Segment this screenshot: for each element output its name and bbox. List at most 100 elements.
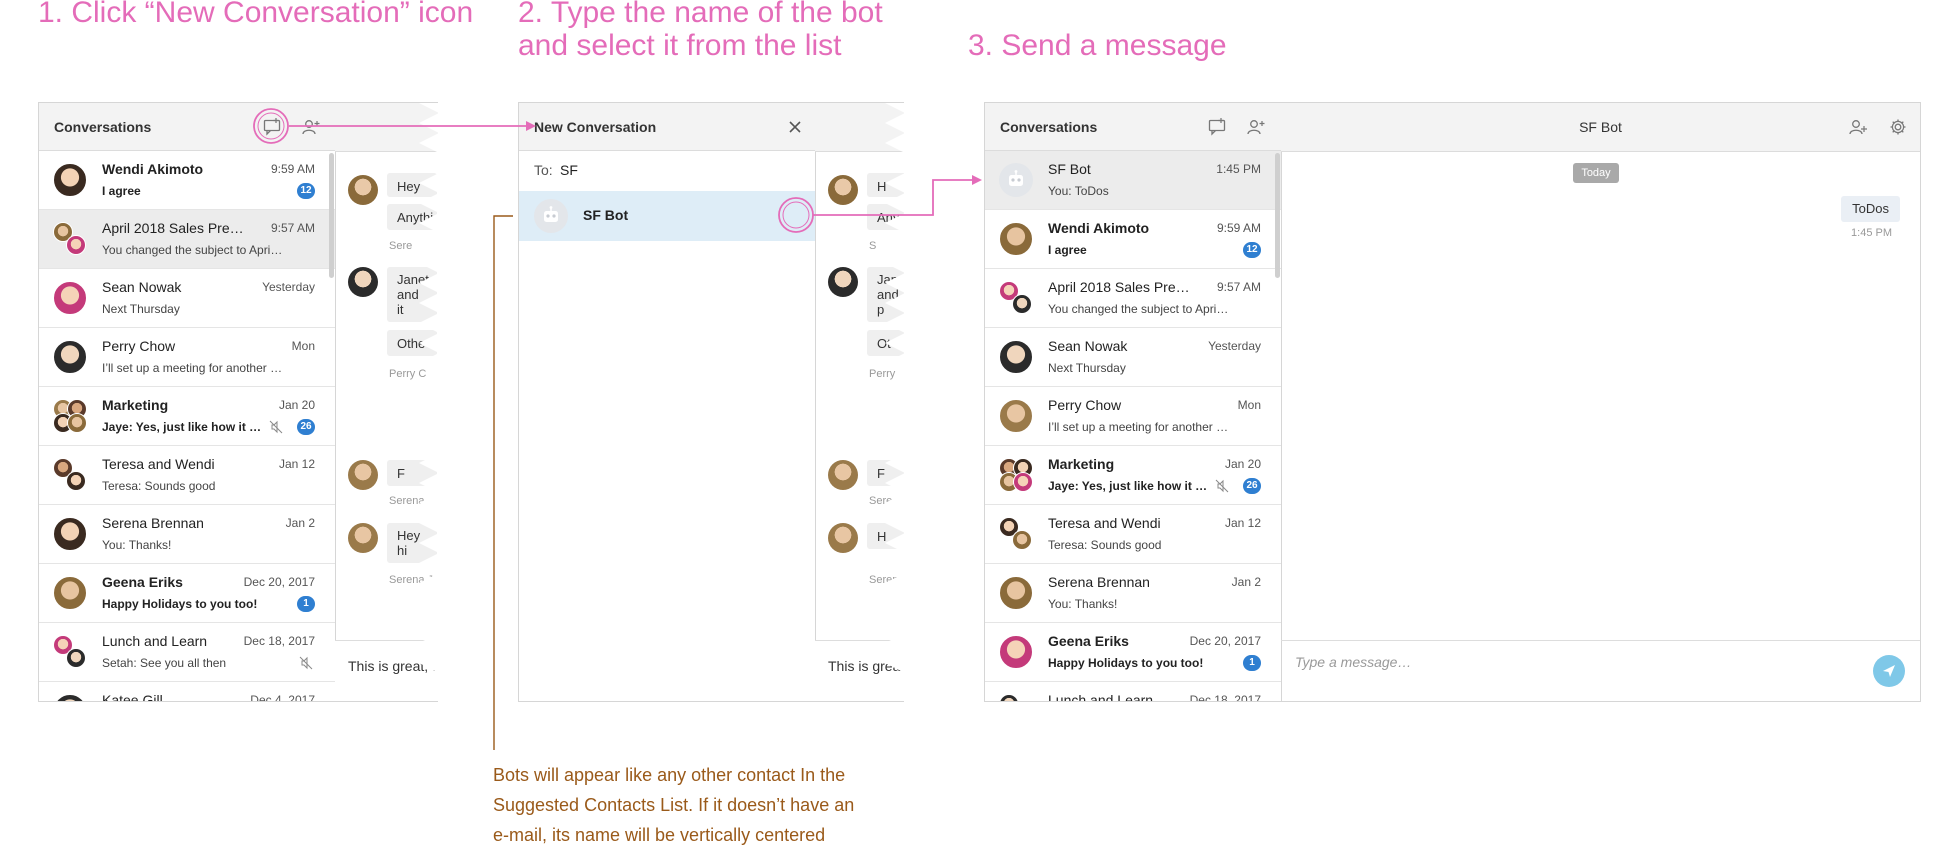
new-conversation-icon[interactable] [262, 117, 282, 137]
avatar [348, 460, 378, 490]
conversation-row[interactable]: Lunch and Learn Dec 18, 2017 [985, 682, 1281, 701]
chat-title: SF Bot [1579, 119, 1622, 135]
new-conversation-icon[interactable] [1207, 117, 1227, 137]
chat-area-partial: Hey Anythi Sere Janet, and it pre Othe P… [335, 103, 438, 701]
to-input-value[interactable]: SF [560, 162, 578, 178]
to-label: To: [534, 162, 553, 178]
add-participant-icon[interactable] [1848, 117, 1868, 137]
conversation-time: Jan 12 [1224, 516, 1261, 530]
conversation-name: April 2018 Sales Prese… [102, 220, 250, 236]
panel-step1: Conversations Wendi Akimoto 9:59 AM I agre… [38, 102, 438, 702]
step3-caption: 3. Send a message [968, 29, 1408, 62]
day-divider: Today [1573, 163, 1619, 183]
conversation-time: Dec 18, 2017 [243, 634, 315, 648]
panel-step3: Conversations SF Bot 1:45 PM You: ToDos Wen… [984, 102, 1921, 702]
conversation-name: Teresa and Wendi [1048, 515, 1161, 531]
conversation-name: Marketing [1048, 456, 1115, 472]
conversation-time: Dec 20, 2017 [1189, 634, 1261, 648]
conversation-row[interactable]: Lunch and Learn Dec 18, 2017 Setah: See yo… [39, 623, 335, 682]
close-icon[interactable] [785, 117, 805, 137]
conversation-row[interactable]: Geena Eriks Dec 20, 2017 Happy Holidays to… [39, 564, 335, 623]
bot-icon [544, 206, 558, 222]
conversation-row[interactable]: Wendi Akimoto 9:59 AM I agree 12 [985, 210, 1281, 269]
conversation-row[interactable]: Geena Eriks Dec 20, 2017 Happy Holidays to… [985, 623, 1281, 682]
conversation-time: Jan 12 [278, 457, 315, 471]
group-avatar [999, 458, 1033, 492]
conversation-time: 9:57 AM [1216, 280, 1261, 294]
bot-avatar [534, 199, 568, 233]
conversation-name: Wendi Akimoto [102, 161, 204, 177]
conversation-time: Jan 2 [285, 516, 315, 530]
send-button[interactable] [1873, 655, 1905, 687]
conversation-row[interactable]: Perry Chow Mon I’ll set up a meeting for a… [39, 328, 335, 387]
note-line2: Suggested Contacts List. If it doesn’t h… [493, 795, 855, 815]
avatar [348, 523, 378, 553]
group-member-avatar [999, 694, 1019, 701]
add-people-icon[interactable] [301, 117, 321, 137]
conversation-list: SF Bot 1:45 PM You: ToDos Wendi Akimoto 9:59… [985, 151, 1281, 701]
conversations-header: Conversations [985, 103, 1281, 151]
unread-badge: 1 [1243, 655, 1261, 671]
scrollbar[interactable] [329, 153, 334, 278]
conversation-time: 9:59 AM [1216, 221, 1261, 235]
conversation-name: Serena Brennan [1048, 574, 1150, 590]
conversation-row[interactable]: Marketing Jan 20 Jaye: Yes, just like how … [985, 446, 1281, 505]
conversation-preview: Next Thursday [1048, 361, 1126, 375]
conversation-name: Sean Nowak [1048, 338, 1128, 354]
settings-gear-icon[interactable] [1888, 117, 1908, 137]
conversation-name: Geena Eriks [1048, 633, 1129, 649]
suggested-contact-name: SF Bot [583, 207, 629, 223]
group-member-avatar [1012, 530, 1032, 550]
message-input-placeholder[interactable]: Type a message… [1295, 654, 1411, 670]
avatar [828, 523, 858, 553]
conversation-row[interactable]: Teresa and Wendi Jan 12 Teresa: Sounds goo… [985, 505, 1281, 564]
conversation-row[interactable]: SF Bot 1:45 PM You: ToDos [985, 151, 1281, 210]
conversation-row[interactable]: Marketing Jan 20 Jaye: Yes, just like how … [39, 387, 335, 446]
muted-icon [269, 420, 283, 434]
conversations-panel: Conversations SF Bot 1:45 PM You: ToDos Wen… [985, 103, 1282, 701]
avatar [999, 340, 1033, 374]
to-field[interactable]: To: SF [519, 151, 815, 192]
unread-badge: 26 [297, 419, 315, 435]
conversation-name: Geena Eriks [102, 574, 183, 590]
outgoing-message-text: ToDos [1852, 201, 1889, 216]
conversation-time: Mon [291, 339, 315, 353]
conversation-preview: You: Thanks! [1048, 597, 1118, 611]
message-composer[interactable]: Type a message… [1281, 640, 1920, 701]
conversation-row[interactable]: Serena Brennan Jan 2 You: Thanks! [985, 564, 1281, 623]
conversation-preview: You: Thanks! [102, 538, 172, 552]
avatar-image [999, 399, 1033, 433]
outgoing-message-time: 1:45 PM [1851, 227, 1892, 239]
conversation-name: SF Bot [1048, 161, 1091, 177]
conversation-preview: I agree [1048, 243, 1087, 257]
scrollbar[interactable] [1275, 153, 1280, 278]
conversation-name: Serena Brennan [102, 515, 204, 531]
conversation-name: Lunch and Learn [102, 633, 208, 649]
conversation-row[interactable]: Serena Brennan Jan 2 You: Thanks! [39, 505, 335, 564]
conversation-row[interactable]: Wendi Akimoto 9:59 AM I agree 12 [39, 151, 335, 210]
avatar-image [999, 340, 1033, 374]
conversation-row[interactable]: Katee Gill Dec 4, 2017 [39, 682, 335, 701]
avatar-image [53, 576, 87, 610]
unread-badge: 1 [297, 596, 315, 612]
conversation-row[interactable]: April 2018 Sales Prese… 9:57 AM You change… [39, 210, 335, 269]
conversation-time: Jan 2 [1231, 575, 1261, 589]
conversations-panel: Conversations Wendi Akimoto 9:59 AM I agre… [39, 103, 336, 701]
muted-icon [299, 656, 313, 670]
cutoff-edge [419, 103, 438, 701]
conversation-row[interactable]: Perry Chow Mon I’ll set up a meeting for a… [985, 387, 1281, 446]
suggested-contact-sf-bot[interactable]: SF Bot [519, 191, 815, 241]
conversation-row[interactable]: Sean Nowak Yesterday Next Thursday [39, 269, 335, 328]
step3-text: 3. Send a message [968, 29, 1227, 62]
conversation-row[interactable]: Teresa and Wendi Jan 12 Teresa: Sounds goo… [39, 446, 335, 505]
panel-step2: New Conversation To: SF SF Bot H Any S J… [518, 102, 904, 702]
outgoing-message-bubble: ToDos [1841, 196, 1900, 222]
unread-badge: 12 [1243, 242, 1261, 258]
conversation-preview: I’ll set up a meeting for another dry ru… [1048, 420, 1231, 434]
add-people-icon[interactable] [1246, 117, 1266, 137]
conversation-row[interactable]: April 2018 Sales Prese… 9:57 AM You change… [985, 269, 1281, 328]
avatar [53, 576, 87, 610]
conversation-preview: Next Thursday [102, 302, 180, 316]
conversation-row[interactable]: Sean Nowak Yesterday Next Thursday [985, 328, 1281, 387]
conversation-preview: Happy Holidays to you too! [1048, 656, 1204, 670]
